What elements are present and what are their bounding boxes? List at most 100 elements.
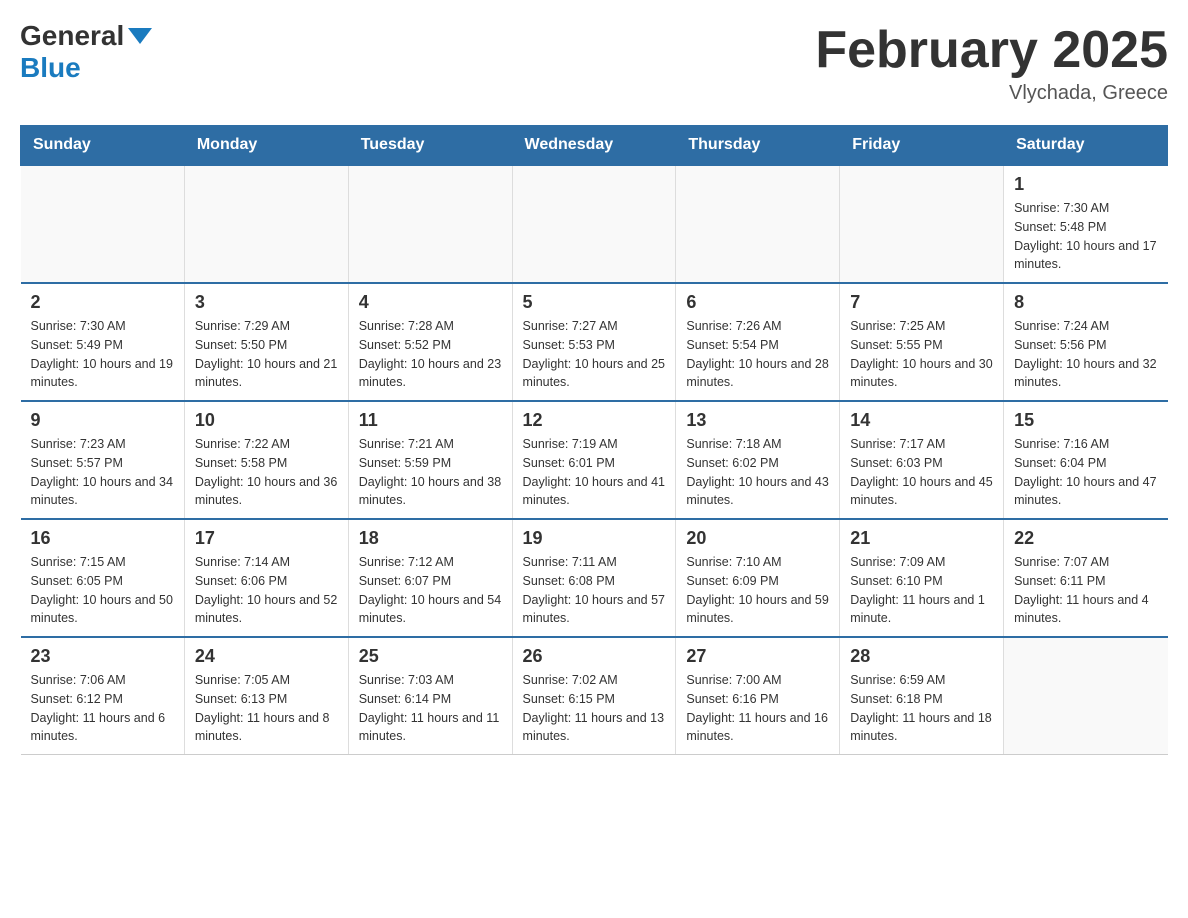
day-info: Sunrise: 7:22 AMSunset: 5:58 PMDaylight:… — [195, 435, 338, 510]
calendar-day-cell: 25 Sunrise: 7:03 AMSunset: 6:14 PMDayligh… — [348, 637, 512, 755]
day-number: 20 — [686, 528, 829, 549]
day-info: Sunrise: 7:30 AMSunset: 5:49 PMDaylight:… — [31, 317, 174, 392]
calendar-day-cell — [512, 165, 676, 283]
calendar-day-cell: 14 Sunrise: 7:17 AMSunset: 6:03 PMDayligh… — [840, 401, 1004, 519]
calendar-day-cell: 23 Sunrise: 7:06 AMSunset: 6:12 PMDayligh… — [21, 637, 185, 755]
calendar-day-cell: 16 Sunrise: 7:15 AMSunset: 6:05 PMDayligh… — [21, 519, 185, 637]
day-info: Sunrise: 7:25 AMSunset: 5:55 PMDaylight:… — [850, 317, 993, 392]
calendar-day-cell — [1004, 637, 1168, 755]
day-info: Sunrise: 7:28 AMSunset: 5:52 PMDaylight:… — [359, 317, 502, 392]
calendar-day-cell: 22 Sunrise: 7:07 AMSunset: 6:11 PMDayligh… — [1004, 519, 1168, 637]
calendar-table: Sunday Monday Tuesday Wednesday Thursday… — [20, 125, 1168, 755]
day-number: 24 — [195, 646, 338, 667]
logo-general-text: General — [20, 20, 124, 52]
day-number: 1 — [1014, 174, 1157, 195]
day-number: 18 — [359, 528, 502, 549]
day-info: Sunrise: 7:23 AMSunset: 5:57 PMDaylight:… — [31, 435, 174, 510]
title-section: February 2025 Vlychada, Greece — [815, 20, 1168, 105]
day-number: 7 — [850, 292, 993, 313]
header-friday: Friday — [840, 126, 1004, 166]
day-info: Sunrise: 7:14 AMSunset: 6:06 PMDaylight:… — [195, 553, 338, 628]
day-info: Sunrise: 7:05 AMSunset: 6:13 PMDaylight:… — [195, 671, 338, 746]
logo: General Blue — [20, 20, 154, 84]
calendar-header-row: Sunday Monday Tuesday Wednesday Thursday… — [21, 126, 1168, 166]
day-number: 23 — [31, 646, 174, 667]
day-info: Sunrise: 7:24 AMSunset: 5:56 PMDaylight:… — [1014, 317, 1157, 392]
day-number: 26 — [523, 646, 666, 667]
day-number: 5 — [523, 292, 666, 313]
day-info: Sunrise: 7:17 AMSunset: 6:03 PMDaylight:… — [850, 435, 993, 510]
day-number: 22 — [1014, 528, 1157, 549]
day-number: 2 — [31, 292, 174, 313]
day-info: Sunrise: 7:19 AMSunset: 6:01 PMDaylight:… — [523, 435, 666, 510]
calendar-day-cell: 1Sunrise: 7:30 AMSunset: 5:48 PMDaylight… — [1004, 165, 1168, 283]
day-info: Sunrise: 7:09 AMSunset: 6:10 PMDaylight:… — [850, 553, 993, 628]
day-number: 8 — [1014, 292, 1157, 313]
day-info: Sunrise: 7:15 AMSunset: 6:05 PMDaylight:… — [31, 553, 174, 628]
day-number: 14 — [850, 410, 993, 431]
header-monday: Monday — [184, 126, 348, 166]
day-info: Sunrise: 7:07 AMSunset: 6:11 PMDaylight:… — [1014, 553, 1157, 628]
calendar-day-cell: 26 Sunrise: 7:02 AMSunset: 6:15 PMDayligh… — [512, 637, 676, 755]
calendar-week-row: 16 Sunrise: 7:15 AMSunset: 6:05 PMDayligh… — [21, 519, 1168, 637]
day-info: Sunrise: 7:29 AMSunset: 5:50 PMDaylight:… — [195, 317, 338, 392]
calendar-week-row: 23 Sunrise: 7:06 AMSunset: 6:12 PMDayligh… — [21, 637, 1168, 755]
calendar-day-cell: 4 Sunrise: 7:28 AMSunset: 5:52 PMDaylight… — [348, 283, 512, 401]
logo-triangle-icon — [126, 26, 154, 46]
day-number: 17 — [195, 528, 338, 549]
day-info: Sunrise: 7:16 AMSunset: 6:04 PMDaylight:… — [1014, 435, 1157, 510]
day-info: Sunrise: 7:00 AMSunset: 6:16 PMDaylight:… — [686, 671, 829, 746]
calendar-day-cell — [348, 165, 512, 283]
calendar-day-cell: 19 Sunrise: 7:11 AMSunset: 6:08 PMDayligh… — [512, 519, 676, 637]
calendar-day-cell: 8 Sunrise: 7:24 AMSunset: 5:56 PMDaylight… — [1004, 283, 1168, 401]
header-tuesday: Tuesday — [348, 126, 512, 166]
calendar-day-cell: 9 Sunrise: 7:23 AMSunset: 5:57 PMDaylight… — [21, 401, 185, 519]
calendar-day-cell: 18 Sunrise: 7:12 AMSunset: 6:07 PMDayligh… — [348, 519, 512, 637]
day-number: 13 — [686, 410, 829, 431]
day-number: 6 — [686, 292, 829, 313]
day-info: Sunrise: 7:11 AMSunset: 6:08 PMDaylight:… — [523, 553, 666, 628]
calendar-day-cell: 11 Sunrise: 7:21 AMSunset: 5:59 PMDayligh… — [348, 401, 512, 519]
calendar-week-row: 9 Sunrise: 7:23 AMSunset: 5:57 PMDaylight… — [21, 401, 1168, 519]
header-thursday: Thursday — [676, 126, 840, 166]
calendar-day-cell: 3 Sunrise: 7:29 AMSunset: 5:50 PMDaylight… — [184, 283, 348, 401]
calendar-day-cell — [21, 165, 185, 283]
day-info: Sunrise: 7:27 AMSunset: 5:53 PMDaylight:… — [523, 317, 666, 392]
header-wednesday: Wednesday — [512, 126, 676, 166]
day-info: Sunrise: 7:12 AMSunset: 6:07 PMDaylight:… — [359, 553, 502, 628]
day-info: Sunrise: 7:10 AMSunset: 6:09 PMDaylight:… — [686, 553, 829, 628]
day-number: 4 — [359, 292, 502, 313]
day-info: Sunrise: 7:26 AMSunset: 5:54 PMDaylight:… — [686, 317, 829, 392]
day-number: 11 — [359, 410, 502, 431]
day-number: 19 — [523, 528, 666, 549]
day-number: 15 — [1014, 410, 1157, 431]
day-info: Sunrise: 7:21 AMSunset: 5:59 PMDaylight:… — [359, 435, 502, 510]
day-info: Sunrise: 6:59 AMSunset: 6:18 PMDaylight:… — [850, 671, 993, 746]
day-number: 3 — [195, 292, 338, 313]
calendar-day-cell: 27Sunrise: 7:00 AMSunset: 6:16 PMDayligh… — [676, 637, 840, 755]
calendar-day-cell: 24 Sunrise: 7:05 AMSunset: 6:13 PMDayligh… — [184, 637, 348, 755]
month-title: February 2025 — [815, 20, 1168, 80]
day-number: 21 — [850, 528, 993, 549]
calendar-week-row: 2 Sunrise: 7:30 AMSunset: 5:49 PMDaylight… — [21, 283, 1168, 401]
day-info: Sunrise: 7:03 AMSunset: 6:14 PMDaylight:… — [359, 671, 502, 746]
day-number: 12 — [523, 410, 666, 431]
calendar-day-cell — [676, 165, 840, 283]
calendar-day-cell: 15 Sunrise: 7:16 AMSunset: 6:04 PMDayligh… — [1004, 401, 1168, 519]
calendar-day-cell: 10 Sunrise: 7:22 AMSunset: 5:58 PMDayligh… — [184, 401, 348, 519]
day-number: 10 — [195, 410, 338, 431]
calendar-day-cell — [184, 165, 348, 283]
page-header: General Blue February 2025 Vlychada, Gre… — [20, 20, 1168, 105]
calendar-day-cell: 2 Sunrise: 7:30 AMSunset: 5:49 PMDaylight… — [21, 283, 185, 401]
day-info: Sunrise: 7:06 AMSunset: 6:12 PMDaylight:… — [31, 671, 174, 746]
calendar-day-cell — [840, 165, 1004, 283]
day-number: 16 — [31, 528, 174, 549]
calendar-day-cell: 21 Sunrise: 7:09 AMSunset: 6:10 PMDayligh… — [840, 519, 1004, 637]
day-number: 9 — [31, 410, 174, 431]
header-sunday: Sunday — [21, 126, 185, 166]
header-saturday: Saturday — [1004, 126, 1168, 166]
calendar-day-cell: 5 Sunrise: 7:27 AMSunset: 5:53 PMDaylight… — [512, 283, 676, 401]
day-info: Sunrise: 7:02 AMSunset: 6:15 PMDaylight:… — [523, 671, 666, 746]
calendar-day-cell: 20 Sunrise: 7:10 AMSunset: 6:09 PMDayligh… — [676, 519, 840, 637]
day-number: 25 — [359, 646, 502, 667]
